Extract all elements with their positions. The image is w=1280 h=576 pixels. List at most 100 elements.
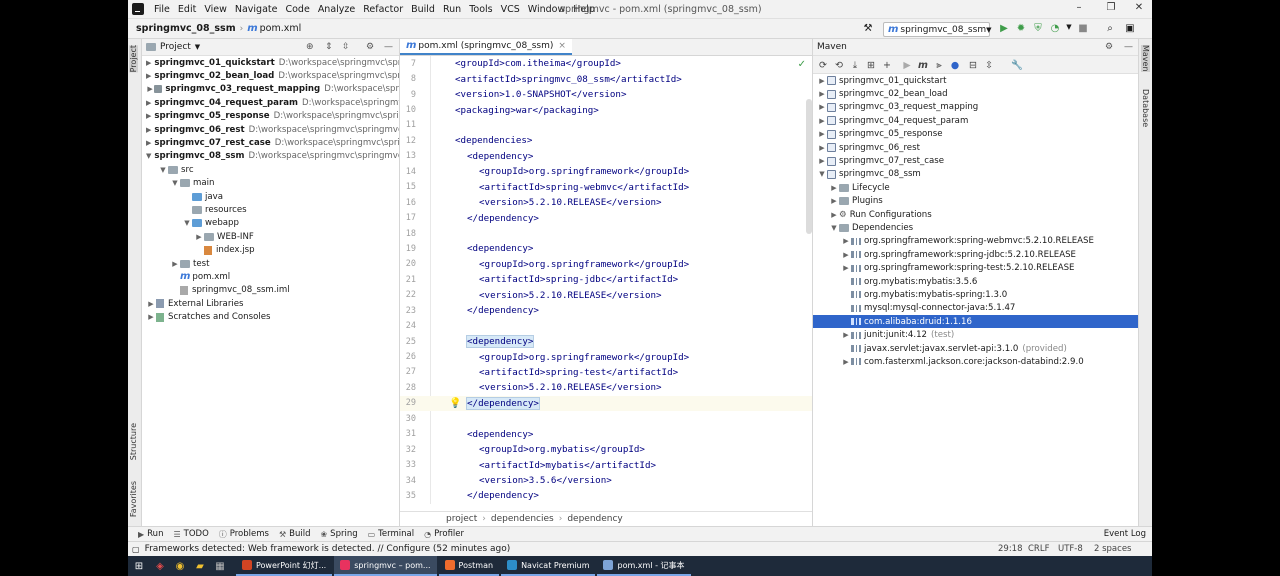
tree-module[interactable]: ▶ springmvc_02_bean_load D:\workspace\spri…: [142, 69, 399, 82]
menu-tools[interactable]: Tools: [465, 4, 496, 15]
nav-project[interactable]: springmvc_08_ssm: [136, 23, 236, 34]
chevron-down-icon[interactable]: ▼: [195, 43, 200, 51]
hide-icon[interactable]: —: [384, 42, 393, 52]
close-tab-icon[interactable]: ×: [558, 41, 566, 51]
chevron-right-icon[interactable]: ▶: [146, 313, 156, 321]
maven-dependency[interactable]: ▶ org.springframework:spring-jdbc:5.2.10.…: [813, 248, 1138, 261]
code-area[interactable]: 7 <groupId>com.itheima</groupId> 8 <artifac…: [400, 56, 812, 504]
menu-code[interactable]: Code: [281, 4, 313, 15]
screen-tool-icon[interactable]: ▦: [210, 556, 230, 576]
menu-file[interactable]: File: [150, 4, 174, 15]
code-line[interactable]: 24: [400, 318, 812, 333]
chevron-right-icon[interactable]: ▶: [841, 237, 851, 245]
tree-index-jsp[interactable]: index.jsp: [142, 243, 399, 256]
maven-project[interactable]: ▶ springmvc_04_request_param: [813, 114, 1138, 127]
coverage-icon[interactable]: ⛨: [1031, 23, 1045, 34]
maven-project[interactable]: ▶ springmvc_05_response: [813, 128, 1138, 141]
code-line[interactable]: 11: [400, 118, 812, 133]
chevron-right-icon[interactable]: ▶: [841, 251, 851, 259]
breadcrumb-item[interactable]: dependency: [567, 514, 622, 524]
maven-dependency[interactable]: ▶ org.springframework:spring-test:5.2.10.…: [813, 261, 1138, 274]
app-shortcut-icon[interactable]: ◈: [150, 556, 170, 576]
chevron-down-icon[interactable]: ▼: [158, 166, 168, 174]
hide-icon[interactable]: —: [1124, 42, 1133, 52]
code-line[interactable]: 17 </dependency>: [400, 210, 812, 225]
maven-dependency[interactable]: ▶ com.fasterxml.jackson.core:jackson-data…: [813, 355, 1138, 368]
code-line[interactable]: 20 <groupId>org.springframework</groupId>: [400, 257, 812, 272]
maven-dependency[interactable]: javax.servlet:javax.servlet-api:3.1.0 (pr…: [813, 342, 1138, 355]
editor-scrollbar[interactable]: [806, 99, 812, 234]
stop-icon[interactable]: ■: [1076, 23, 1090, 34]
breadcrumb-item[interactable]: dependencies: [491, 514, 554, 524]
code-line[interactable]: 31 <dependency>: [400, 427, 812, 442]
debug-icon[interactable]: ✹: [1014, 23, 1028, 34]
chevron-right-icon[interactable]: ▶: [146, 139, 151, 147]
chevron-right-icon[interactable]: ▶: [817, 103, 827, 111]
code-line[interactable]: 34 <version>3.5.6</version>: [400, 473, 812, 488]
code-line[interactable]: 10 <packaging>war</packaging>: [400, 102, 812, 117]
code-line[interactable]: 15 <artifactId>spring-webmvc</artifactId>: [400, 180, 812, 195]
chevron-right-icon[interactable]: ▶: [841, 358, 851, 366]
run-configuration-select[interactable]: m springmvc_08_ssm ▼: [883, 22, 991, 37]
bottom-tab-terminal[interactable]: ▭ Terminal: [368, 529, 414, 539]
code-line[interactable]: 30: [400, 411, 812, 426]
file-encoding[interactable]: UTF-8: [1058, 544, 1083, 554]
collapse-all-icon[interactable]: ⇳: [342, 42, 350, 52]
tree-webapp[interactable]: ▼ webapp: [142, 217, 399, 230]
editor-tab-pom[interactable]: m pom.xml (springmvc_08_ssm) ×: [400, 39, 572, 55]
restore-icon[interactable]: ❐: [1100, 2, 1122, 13]
taskbar-app[interactable]: pom.xml - 记事本: [597, 556, 691, 576]
intention-bulb-icon[interactable]: 💡: [449, 398, 461, 409]
gear-icon[interactable]: ⚙: [1105, 42, 1113, 52]
maven-project[interactable]: ▶ springmvc_07_rest_case: [813, 154, 1138, 167]
code-line[interactable]: 19 <dependency>: [400, 241, 812, 256]
code-line[interactable]: 9 <version>1.0-SNAPSHOT</version>: [400, 87, 812, 102]
taskbar-app[interactable]: Postman: [438, 556, 500, 576]
execute-goal-icon[interactable]: m: [917, 60, 929, 71]
chevron-right-icon[interactable]: ▶: [829, 211, 839, 219]
tree-module[interactable]: ▶ springmvc_03_request_mapping D:\workspac…: [142, 83, 399, 96]
add-icon[interactable]: ⊞: [865, 60, 877, 71]
chevron-right-icon[interactable]: ▶: [146, 126, 151, 134]
indent-setting[interactable]: 2 spaces: [1094, 544, 1131, 554]
locate-icon[interactable]: ⊕: [306, 42, 314, 52]
tree-java[interactable]: java: [142, 190, 399, 203]
tab-structure[interactable]: Structure: [129, 423, 138, 460]
windows-start-icon[interactable]: ⊞: [128, 556, 150, 576]
chevron-right-icon[interactable]: ▶: [146, 72, 151, 80]
chevron-right-icon[interactable]: ▶: [194, 233, 204, 241]
maven-project[interactable]: ▶ springmvc_03_request_mapping: [813, 101, 1138, 114]
run-icon[interactable]: ▶: [997, 23, 1011, 34]
chevron-right-icon[interactable]: ▶: [146, 85, 154, 93]
chevron-right-icon[interactable]: ▶: [146, 99, 151, 107]
chevron-right-icon[interactable]: ▶: [841, 331, 851, 339]
menu-analyze[interactable]: Analyze: [314, 4, 359, 15]
event-log-tab[interactable]: Event Log: [1104, 529, 1146, 539]
maven-dependency[interactable]: mysql:mysql-connector-java:5.1.47: [813, 302, 1138, 315]
chevron-right-icon[interactable]: ▶: [146, 112, 151, 120]
code-line[interactable]: 14 <groupId>org.springframework</groupId>: [400, 164, 812, 179]
tree-module[interactable]: ▶ springmvc_07_rest_case D:\workspace\spri…: [142, 136, 399, 149]
code-line[interactable]: 13 <dependency>: [400, 149, 812, 164]
code-line[interactable]: 29 💡 </dependency>: [400, 395, 812, 412]
code-line[interactable]: 26 <groupId>org.springframework</groupId>: [400, 349, 812, 364]
tree-module[interactable]: ▶ springmvc_06_rest D:\workspace\springmvc…: [142, 123, 399, 136]
code-line[interactable]: 12 <dependencies>: [400, 133, 812, 148]
status-message[interactable]: Frameworks detected: Web framework is de…: [145, 544, 511, 554]
menu-refactor[interactable]: Refactor: [359, 4, 407, 15]
project-panel-title[interactable]: Project: [160, 42, 191, 52]
code-line[interactable]: 22 <version>5.2.10.RELEASE</version>: [400, 288, 812, 303]
tree-module[interactable]: ▶ springmvc_04_request_param D:\workspace\…: [142, 96, 399, 109]
maven-dependency[interactable]: com.alibaba:druid:1.1.16: [813, 315, 1138, 329]
no-problems-check-icon[interactable]: ✓: [798, 59, 806, 70]
tree-test[interactable]: ▶ test: [142, 257, 399, 270]
bottom-tab-spring[interactable]: ❀ Spring: [320, 529, 357, 539]
file-explorer-icon[interactable]: ▰: [190, 556, 210, 576]
bottom-tab-build[interactable]: ⚒ Build: [279, 529, 311, 539]
chevron-right-icon[interactable]: ▶: [170, 260, 180, 268]
search-everywhere-icon[interactable]: ⌕: [1103, 23, 1117, 34]
taskbar-app[interactable]: springmvc – pom...: [334, 556, 437, 576]
chevron-down-icon[interactable]: ▼: [817, 170, 827, 178]
close-window-icon[interactable]: ✕: [1128, 2, 1150, 13]
tab-project[interactable]: Project: [129, 45, 138, 73]
